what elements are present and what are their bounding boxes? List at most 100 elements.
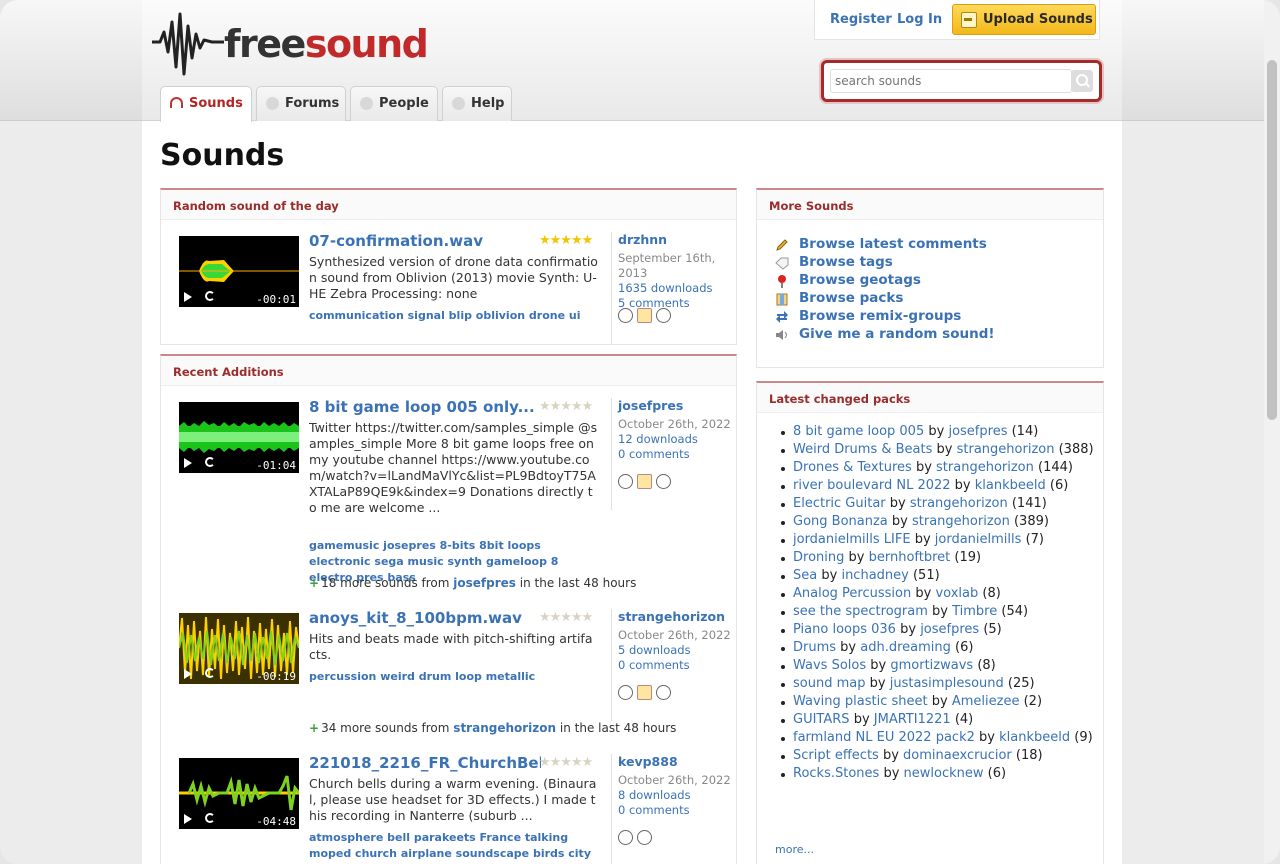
- register-link[interactable]: Register: [830, 12, 892, 27]
- sound-date: September 16th, 2013: [618, 251, 716, 280]
- waveform-player[interactable]: -04:48: [179, 758, 299, 829]
- link-label: Browse packs: [799, 290, 904, 306]
- pack-name-link[interactable]: Piano loops 036: [793, 622, 896, 637]
- search-icon[interactable]: [1071, 70, 1093, 92]
- loop-icon[interactable]: [205, 668, 215, 678]
- sound-title[interactable]: 8 bit game loop 005 only...: [309, 398, 541, 416]
- pack-name-link[interactable]: Weird Drums & Beats: [793, 442, 932, 457]
- scrollbar-thumb[interactable]: [1267, 60, 1277, 420]
- pack-name-link[interactable]: Rocks.Stones: [793, 766, 879, 781]
- pack-user-link[interactable]: strangehorizon: [936, 460, 1034, 475]
- comment-count[interactable]: 0 comments: [618, 447, 735, 462]
- sound-tags[interactable]: atmosphere bell parakeets France talking…: [309, 830, 599, 864]
- loop-icon[interactable]: [205, 291, 215, 301]
- cc-by-icon[interactable]: [656, 474, 671, 489]
- pack-user-link[interactable]: voxlab: [935, 586, 978, 601]
- pack-user-link[interactable]: Timbre: [952, 604, 997, 619]
- pack-user-link[interactable]: dominaexcrucior: [903, 748, 1012, 763]
- browse-comments-link[interactable]: Browse latest comments: [773, 236, 1093, 254]
- pack-user-link[interactable]: bernhoftbret: [869, 550, 951, 565]
- tab-sounds[interactable]: Sounds: [160, 86, 252, 122]
- more-user-link[interactable]: strangehorizon: [453, 721, 556, 735]
- pack-user-link[interactable]: strangehorizon: [912, 514, 1010, 529]
- pack-name-link[interactable]: Waving plastic sheet: [793, 694, 928, 709]
- random-sound-link[interactable]: Give me a random sound!: [773, 326, 1093, 344]
- loop-icon[interactable]: [205, 457, 215, 467]
- pack-name-link[interactable]: Script effects: [793, 748, 879, 763]
- pack-name-link[interactable]: river boulevard NL 2022: [793, 478, 951, 493]
- random-sound-box: Random sound of the day -00:01 07-confir…: [160, 188, 737, 345]
- browse-geotags-link[interactable]: Browse geotags: [773, 272, 1093, 290]
- cc0-icon[interactable]: [656, 685, 671, 700]
- pack-user-link[interactable]: strangehorizon: [910, 496, 1008, 511]
- pack-name-link[interactable]: Sea: [793, 568, 817, 583]
- cc-by-icon[interactable]: [637, 830, 652, 845]
- waveform-player[interactable]: -00:19: [179, 613, 299, 684]
- login-link[interactable]: Log In: [897, 12, 942, 27]
- sound-title[interactable]: 221018_2216_FR_ChurchBel: [309, 754, 541, 772]
- pack-name-link[interactable]: Droning: [793, 550, 844, 565]
- pack-user-link[interactable]: JMARTI1221: [874, 712, 951, 727]
- download-count[interactable]: 1635 downloads: [618, 281, 735, 296]
- play-icon[interactable]: [184, 458, 192, 468]
- pack-user-link[interactable]: josefpres: [948, 424, 1007, 439]
- sound-tags[interactable]: percussion weird drum loop metallic: [309, 669, 599, 685]
- tab-forums[interactable]: Forums: [256, 86, 346, 121]
- pack-user-link[interactable]: adh.dreaming: [860, 640, 951, 655]
- comment-count[interactable]: 0 comments: [618, 658, 735, 673]
- loop-icon[interactable]: [205, 813, 215, 823]
- tab-label: Sounds: [189, 96, 243, 111]
- waveform-player[interactable]: -00:01: [179, 236, 299, 307]
- pack-name-link[interactable]: farmland NL EU 2022 pack2: [793, 730, 975, 745]
- download-count[interactable]: 12 downloads: [618, 432, 735, 447]
- pack-sound-count: (18): [1015, 748, 1043, 763]
- pack-name-link[interactable]: Wavs Solos: [793, 658, 866, 673]
- pack-user-link[interactable]: strangehorizon: [957, 442, 1055, 457]
- pack-user-link[interactable]: newlocknew: [904, 766, 984, 781]
- sound-title[interactable]: anoys_kit_8_100bpm.wav: [309, 609, 541, 627]
- scrollbar[interactable]: [1264, 0, 1280, 864]
- pack-name-link[interactable]: sound map: [793, 676, 865, 691]
- pack-user-link[interactable]: inchadney: [841, 568, 908, 583]
- pack-name-link[interactable]: jordanielmills LIFE: [793, 532, 911, 547]
- sound-author[interactable]: drzhnn: [618, 232, 735, 247]
- search-input[interactable]: [830, 69, 1072, 93]
- tab-help[interactable]: Help: [442, 86, 512, 121]
- pack-user-link[interactable]: justasimplesound: [890, 676, 1004, 691]
- sound-author[interactable]: strangehorizon: [618, 609, 735, 624]
- pack-name-link[interactable]: Drums: [793, 640, 836, 655]
- more-packs-link[interactable]: more...: [775, 843, 814, 856]
- pack-user-link[interactable]: klankbeeld: [975, 478, 1046, 493]
- play-icon[interactable]: [184, 669, 192, 679]
- waveform-player[interactable]: -01:04: [179, 402, 299, 473]
- pack-user-link[interactable]: klankbeeld: [999, 730, 1070, 745]
- sound-title[interactable]: 07-confirmation.wav: [309, 232, 541, 250]
- more-user-link[interactable]: josefpres: [453, 576, 516, 590]
- browse-remix-groups-link[interactable]: Browse remix-groups: [773, 308, 1093, 326]
- download-count[interactable]: 5 downloads: [618, 643, 735, 658]
- pack-name-link[interactable]: Drones & Textures: [793, 460, 912, 475]
- cc0-icon[interactable]: [656, 308, 671, 323]
- pack-user-link[interactable]: gmortizwavs: [890, 658, 973, 673]
- play-icon[interactable]: [184, 814, 192, 824]
- pack-name-link[interactable]: Gong Bonanza: [793, 514, 888, 529]
- pack-user-link[interactable]: josefpres: [920, 622, 979, 637]
- pack-name-link[interactable]: Analog Percussion: [793, 586, 911, 601]
- upload-sounds-button[interactable]: Upload Sounds: [952, 4, 1096, 35]
- sound-author[interactable]: kevp888: [618, 754, 735, 769]
- comment-count[interactable]: 0 comments: [618, 803, 735, 818]
- pack-name-link[interactable]: 8 bit game loop 005: [793, 424, 924, 439]
- pack-name-link[interactable]: see the spectrogram: [793, 604, 928, 619]
- freesound-logo[interactable]: freesound: [152, 10, 429, 76]
- browse-tags-link[interactable]: Browse tags: [773, 254, 1093, 272]
- browse-packs-link[interactable]: Browse packs: [773, 290, 1093, 308]
- pack-name-link[interactable]: Electric Guitar: [793, 496, 886, 511]
- play-icon[interactable]: [184, 292, 192, 302]
- pack-user-link[interactable]: Ameliezee: [952, 694, 1020, 709]
- sound-author[interactable]: josefpres: [618, 398, 735, 413]
- tab-people[interactable]: People: [350, 86, 438, 121]
- download-count[interactable]: 8 downloads: [618, 788, 735, 803]
- pack-user-link[interactable]: jordanielmills: [935, 532, 1022, 547]
- pack-name-link[interactable]: GUITARS: [793, 712, 850, 727]
- sound-tags[interactable]: communication signal blip oblivion drone…: [309, 308, 599, 324]
